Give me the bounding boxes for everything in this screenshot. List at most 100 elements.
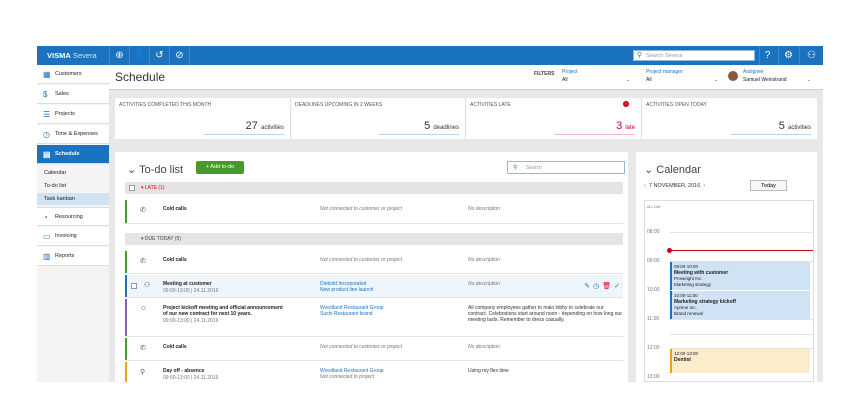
row-accent [125,200,127,223]
clock-icon: ◷ [43,130,50,139]
hour-line [670,334,813,335]
check-icon[interactable]: ✓ [614,283,620,290]
divider [169,46,170,65]
stat-bar [555,134,635,135]
chevron-right-icon[interactable]: › [703,183,705,189]
row-time: 09:00-13:00 | 24.11.2016 [163,375,219,381]
row-accent [125,338,127,360]
row-name-text: Project kickoff meeting and official ann… [163,305,283,317]
stats-panel: Activities completed this month 27 activi… [115,98,817,139]
table-row[interactable]: ✆ Cold calls Not connected to customer or … [125,200,623,224]
filter-label: Assignee [743,69,764,75]
global-search-input[interactable]: ⚲ Search Severa [633,50,755,61]
calendar-event[interactable]: 09:00-10:00 Meeting with customer Proweigh… [670,262,810,290]
sidebar-sub-kanban[interactable]: Task kanban [37,193,109,205]
pencil-icon[interactable]: ✎ [584,283,590,290]
row-project-link[interactable]: New product line launch [320,287,373,293]
sidebar-sub-calendar[interactable]: Calendar [37,167,109,179]
row-desc: Using my flex time [468,368,509,374]
group-late[interactable]: ▾ LATE (1) [125,182,623,194]
clock-icon[interactable]: ◷ [593,283,599,290]
assignee-filter[interactable]: Assignee Samuel Weinstrand ⌄ [743,69,811,85]
sidebar-item-time-expenses[interactable]: ◷ Time & Expenses [37,125,109,144]
sidebar-item-sales[interactable]: $ Sales [37,85,109,104]
todo-search-input[interactable]: ⚲ Search [507,161,625,174]
table-row[interactable]: ⚲ Day off - absence 09:00-13:00 | 24.11.20… [125,362,623,382]
table-row[interactable]: ⚇ Meeting at customer 09:00-13:00 | 24.11.… [125,275,623,298]
add-user-icon[interactable]: 👤 [133,49,146,62]
row-actions: ✎ ◷ 🗑 ✓ [581,282,620,290]
brand-logo[interactable]: VISMA Severa [37,46,109,65]
table-row[interactable]: ✆ Cold calls Not connected to customer or … [125,251,623,274]
calendar-event[interactable]: 12:00-13:00 Dentist [670,349,810,373]
group-due-today[interactable]: ▾ DUE TODAY (5) [125,233,623,245]
today-button[interactable]: Today [750,180,787,191]
sidebar-item-reports[interactable]: ▥ Reports [37,247,109,266]
stat-bar [731,134,811,135]
sidebar-item-label: Sales [55,91,69,97]
chart-icon: ▥ [43,252,51,261]
event-time: 12:00-13:00 [674,351,699,356]
stat-number: 5 [424,120,431,132]
stat-value: 5 activities [779,120,811,132]
stat-label: Activities late [470,102,511,108]
sidebar-item-customers[interactable]: ▦ Customers [37,65,109,84]
row-customer[interactable]: Diebold Incorporated New product line lau… [320,281,450,293]
row-name: Day off - absence 09:00-13:00 | 24.11.201… [163,368,288,381]
brand-name: VISMA [47,51,71,60]
sidebar-item-schedule[interactable]: ▤ Schedule [37,145,109,164]
sidebar-item-resourcing[interactable]: ◔ Resourcing [37,207,109,226]
add-todo-button[interactable]: + Add to-do [196,161,244,174]
building-icon: ▦ [43,70,51,79]
stat-unit: activities [260,125,284,131]
phone-icon: ✆ [140,345,146,352]
hour-label: 08:00 [647,229,660,235]
sidebar-item-invoicing[interactable]: ▭ Invoicing [37,227,109,246]
event-title: Marketing strategy kickoff [674,298,736,305]
help-icon[interactable]: ? [761,49,774,62]
group-checkbox[interactable] [129,185,135,191]
table-row[interactable]: ☺ Project kickoff meeting and official an… [125,299,623,337]
gear-icon[interactable]: ⚙ [782,49,795,62]
calendar-event[interactable]: 10:00-11:00 Marketing strategy kickoff Apr… [670,291,810,319]
calendar-title[interactable]: ⌄ Calendar [644,163,701,176]
compass-icon[interactable]: ⊘ [173,49,186,62]
divider [109,46,110,65]
chevron-left-icon[interactable]: ‹ [644,183,646,189]
project-filter[interactable]: Project All ⌄ [562,69,630,85]
row-customer[interactable]: Woodland Restaurant Group Not connected t… [320,368,450,380]
stat-bar [379,134,459,135]
row-project-link[interactable]: Sushi Restaurant brand [320,311,373,317]
speech-icon: ☺ [140,305,148,312]
row-desc: All company employees gather to main lob… [468,305,622,323]
row-desc: No description [468,206,500,212]
manager-filter[interactable]: Project manager All ⌄ [646,69,718,85]
event-customer: Proweight Inc. [674,276,703,281]
sidebar-sub-todo[interactable]: To-do list [37,180,109,192]
dollar-icon: $ [43,90,48,99]
trash-icon[interactable]: 🗑 [602,283,611,290]
row-name: Cold calls [163,344,187,350]
row-customer[interactable]: Woodland Restaurant Group Sushi Restauran… [320,305,450,317]
filter-label: Project [562,69,578,75]
user-icon[interactable]: ⚇ [805,49,818,62]
stat-late: Activities late! 3 late [466,98,642,139]
row-checkbox[interactable] [131,283,137,289]
table-row[interactable]: ✆ Cold calls Not connected to customer or … [125,338,623,361]
sidebar-item-projects[interactable]: ☰ Projects [37,105,109,124]
stat-label: Activities completed this month [119,102,212,108]
sidebar-item-label: Resourcing [55,214,83,220]
row-desc: No description [468,344,500,350]
todo-title[interactable]: ⌄ To-do list [127,163,183,176]
add-icon[interactable]: ⊕ [113,49,126,62]
row-customer: Not connected to customer or project [320,344,402,350]
calendar-grid[interactable]: ALL DAY 08:00 09:00 09:00-10:00 Meeting w… [644,200,814,382]
event-title: Dentist [674,356,691,363]
filter-value: All [646,77,652,83]
page-title: Schedule [115,70,166,84]
filter-value: All [562,77,568,83]
history-icon[interactable]: ↺ [153,49,166,62]
avatar [728,71,738,81]
hour-line [670,232,813,233]
row-time: 09:00-13:00 | 24.11.2016 [163,288,219,294]
